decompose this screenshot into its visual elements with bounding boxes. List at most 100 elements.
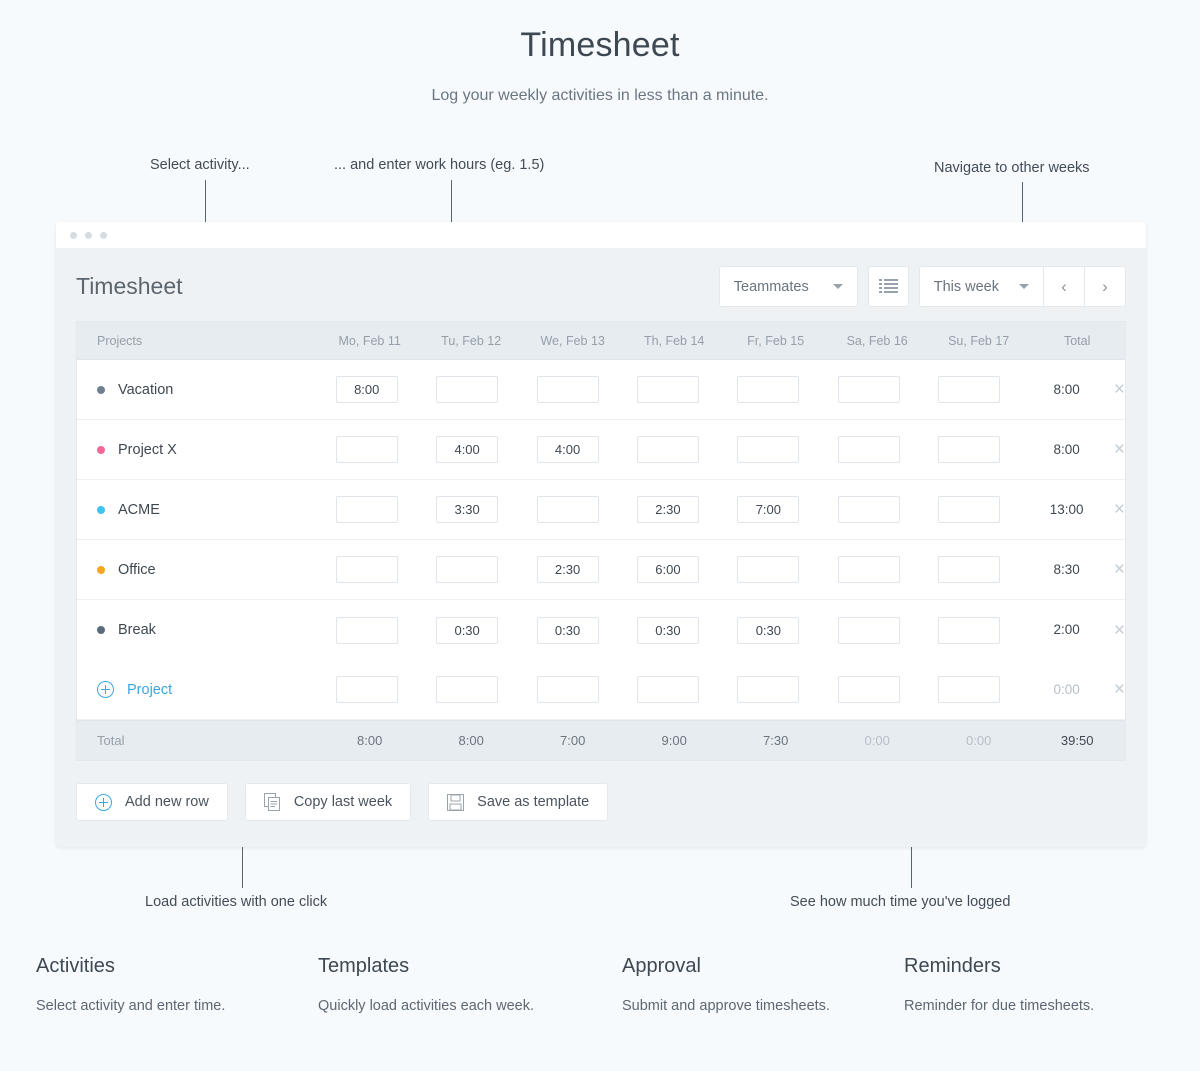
hours-input[interactable] (837, 616, 900, 644)
teammates-dropdown[interactable]: Teammates (718, 266, 858, 307)
hours-input[interactable] (335, 616, 398, 644)
add-new-row-button[interactable]: Add new row (76, 783, 228, 821)
add-row-cell-0[interactable] (317, 676, 417, 703)
week-dropdown[interactable]: This week (918, 266, 1044, 307)
hours-input[interactable] (335, 436, 398, 463)
hours-input[interactable] (335, 496, 398, 523)
day-cell-3[interactable]: 0:30 (618, 616, 718, 644)
day-cell-6[interactable] (919, 556, 1019, 583)
add-row-cell-3[interactable] (618, 676, 718, 703)
hours-input[interactable] (837, 436, 900, 463)
day-cell-0[interactable] (317, 436, 417, 463)
hours-input[interactable] (837, 676, 900, 703)
hours-input[interactable] (737, 556, 800, 583)
delete-row-button[interactable]: × (1114, 560, 1125, 579)
window-minimize-dot[interactable] (85, 231, 92, 239)
project-cell[interactable]: Project X (77, 442, 317, 458)
hours-input[interactable] (335, 676, 398, 703)
day-cell-3[interactable]: 6:00 (618, 556, 718, 583)
day-cell-4[interactable] (718, 376, 818, 403)
hours-input[interactable]: 2:30 (536, 556, 599, 583)
day-cell-6[interactable] (919, 376, 1019, 403)
day-cell-2[interactable] (517, 496, 617, 523)
day-cell-2[interactable] (517, 376, 617, 403)
hours-input[interactable] (436, 376, 499, 403)
next-week-button[interactable]: › (1085, 266, 1126, 307)
hours-input[interactable]: 4:00 (536, 436, 599, 463)
day-cell-6[interactable] (919, 496, 1019, 523)
hours-input[interactable]: 8:00 (335, 376, 398, 403)
hours-input[interactable] (636, 676, 699, 703)
hours-input[interactable] (938, 616, 1001, 644)
hours-input[interactable] (636, 436, 699, 463)
hours-input[interactable]: 2:30 (636, 496, 699, 523)
window-maximize-dot[interactable] (100, 231, 107, 239)
hours-input[interactable] (938, 556, 1001, 583)
day-cell-5[interactable] (819, 436, 919, 463)
hours-input[interactable] (837, 556, 900, 583)
day-cell-5[interactable] (819, 556, 919, 583)
hours-input[interactable]: 0:30 (436, 616, 499, 644)
hours-input[interactable]: 4:00 (436, 436, 499, 463)
hours-input[interactable] (737, 436, 800, 463)
project-cell[interactable]: Break (77, 622, 317, 638)
day-cell-3[interactable]: 2:30 (618, 496, 718, 523)
day-cell-0[interactable] (317, 616, 417, 644)
hours-input[interactable] (335, 556, 398, 583)
delete-row-button[interactable]: × (1114, 440, 1125, 459)
hours-input[interactable] (536, 676, 599, 703)
hours-input[interactable] (536, 496, 599, 523)
day-cell-1[interactable]: 4:00 (417, 436, 517, 463)
previous-week-button[interactable]: ‹ (1044, 266, 1085, 307)
hours-input[interactable] (837, 376, 900, 403)
day-cell-5[interactable] (819, 376, 919, 403)
hours-input[interactable] (938, 496, 1001, 523)
hours-input[interactable] (938, 436, 1001, 463)
add-row-cell-2[interactable] (517, 676, 617, 703)
add-row-cell-4[interactable] (718, 676, 818, 703)
day-cell-4[interactable]: 7:00 (718, 496, 818, 523)
hours-input[interactable] (636, 376, 699, 403)
add-row-cell-6[interactable] (919, 676, 1019, 703)
add-row-cell-5[interactable] (819, 676, 919, 703)
day-cell-0[interactable]: 8:00 (317, 376, 417, 403)
day-cell-5[interactable] (819, 616, 919, 644)
project-cell[interactable]: ACME (77, 502, 317, 518)
add-row-cell-1[interactable] (417, 676, 517, 703)
hours-input[interactable]: 0:30 (737, 616, 800, 644)
day-cell-2[interactable]: 4:00 (517, 436, 617, 463)
day-cell-4[interactable] (718, 556, 818, 583)
day-cell-1[interactable]: 0:30 (417, 616, 517, 644)
day-cell-3[interactable] (618, 376, 718, 403)
delete-row-button[interactable]: × (1114, 621, 1125, 640)
day-cell-2[interactable]: 0:30 (517, 616, 617, 644)
hours-input[interactable]: 6:00 (636, 556, 699, 583)
day-cell-4[interactable] (718, 436, 818, 463)
hours-input[interactable] (436, 676, 499, 703)
hours-input[interactable] (938, 676, 1001, 703)
day-cell-1[interactable] (417, 376, 517, 403)
hours-input[interactable]: 0:30 (536, 616, 599, 644)
day-cell-0[interactable] (317, 556, 417, 583)
hours-input[interactable]: 0:30 (636, 616, 699, 644)
day-cell-4[interactable]: 0:30 (718, 616, 818, 644)
delete-row-button[interactable]: × (1114, 500, 1125, 519)
day-cell-3[interactable] (618, 436, 718, 463)
hours-input[interactable] (737, 376, 800, 403)
copy-last-week-button[interactable]: Copy last week (244, 783, 412, 821)
hours-input[interactable] (737, 676, 800, 703)
day-cell-6[interactable] (919, 436, 1019, 463)
day-cell-1[interactable]: 3:30 (417, 496, 517, 523)
window-close-dot[interactable] (70, 231, 77, 239)
day-cell-5[interactable] (819, 496, 919, 523)
day-cell-1[interactable] (417, 556, 517, 583)
day-cell-0[interactable] (317, 496, 417, 523)
delete-row-button[interactable]: × (1114, 380, 1125, 399)
save-as-template-button[interactable]: Save as template (428, 783, 609, 821)
project-cell[interactable]: Office (77, 562, 317, 578)
list-view-button[interactable] (867, 266, 909, 307)
add-project-cell[interactable]: Project (77, 681, 317, 698)
hours-input[interactable] (536, 376, 599, 403)
day-cell-6[interactable] (919, 616, 1019, 644)
hours-input[interactable]: 7:00 (737, 496, 800, 523)
